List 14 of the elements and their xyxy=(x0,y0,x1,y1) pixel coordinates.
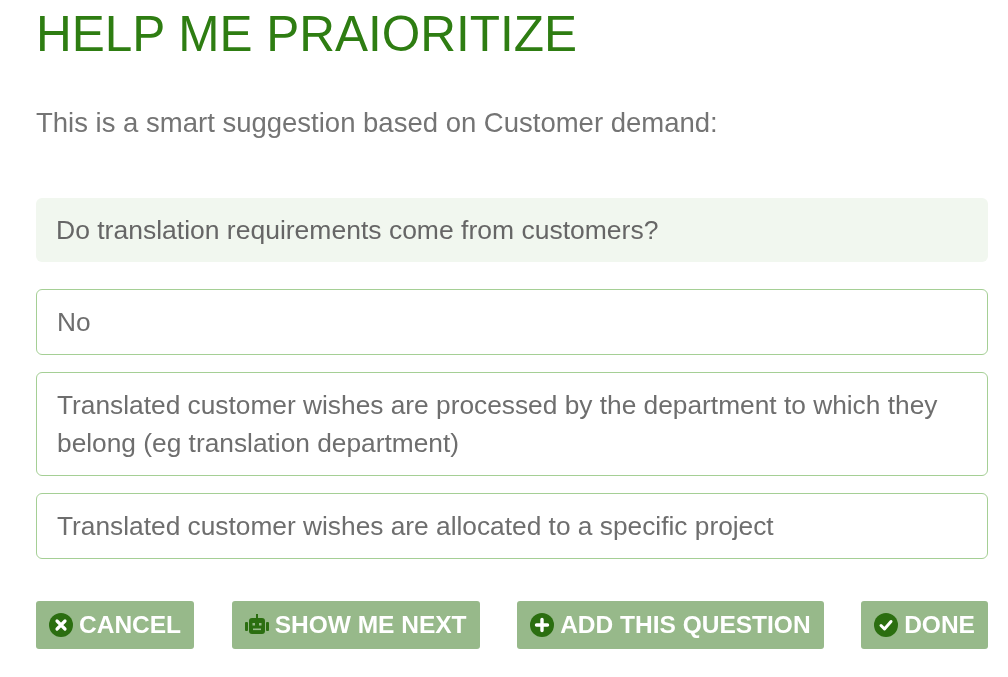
robot-icon xyxy=(244,613,269,637)
answer-option[interactable]: No xyxy=(36,289,988,355)
page-title: HELP ME PRAIORITIZE xyxy=(36,5,578,63)
question-box: Do translation requirements come from customers? xyxy=(36,198,988,262)
answer-option[interactable]: Translated customer wishes are allocated to a specific project xyxy=(36,493,988,559)
check-circle-icon xyxy=(874,613,899,637)
plus-circle-icon xyxy=(530,613,555,637)
cancel-button[interactable]: CANCEL xyxy=(36,601,195,649)
done-button[interactable]: DONE xyxy=(861,601,988,649)
add-question-button[interactable]: ADD THIS QUESTION xyxy=(517,601,824,649)
x-circle-icon xyxy=(49,613,73,637)
intro-text: This is a smart suggestion based on Customer demand: xyxy=(36,106,719,140)
show-next-button[interactable]: SHOW ME NEXT xyxy=(231,601,480,649)
answer-option[interactable]: Translated customer wishes are processed by the department to which they belong (eg translation department) xyxy=(36,372,988,476)
